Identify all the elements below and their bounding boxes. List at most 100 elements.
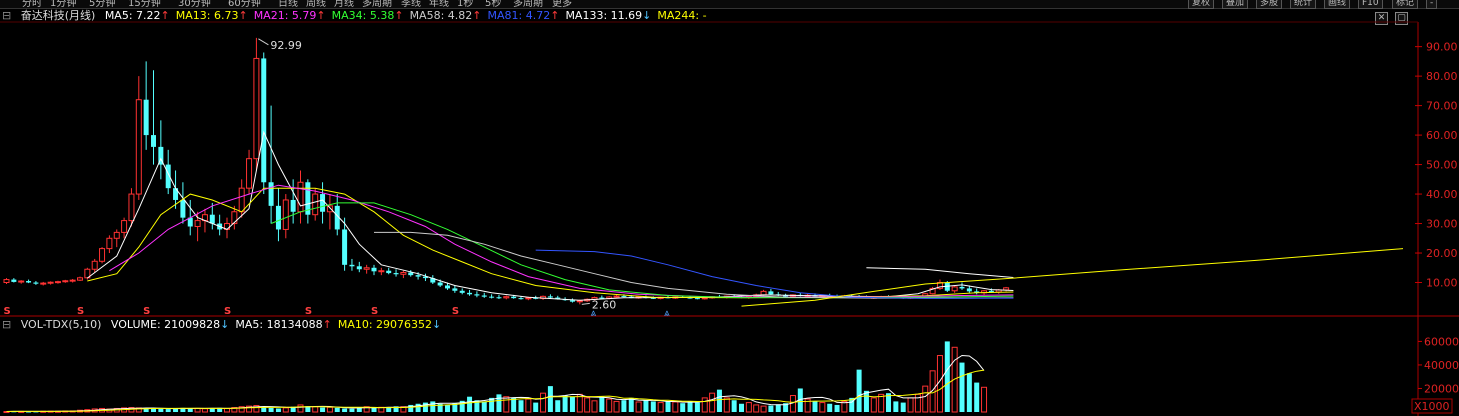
- candle-body-up: [400, 271, 407, 275]
- volume-bar-down: [628, 397, 634, 412]
- volume-bar-down: [687, 401, 693, 412]
- volume-bar-up: [201, 408, 208, 413]
- event-marker-icon: ⩓: [591, 308, 597, 319]
- candle-body-down: [180, 199, 186, 218]
- chart-canvas[interactable]: 90.00 80.00 70.00 60.00 50.00 40.00 30.00 20.00…: [0, 0, 1459, 416]
- split-marker-icon: S: [4, 306, 11, 317]
- candle-body-up: [282, 199, 289, 230]
- candle-body-down: [349, 264, 355, 267]
- price-tick-label: 80.00: [1426, 70, 1458, 83]
- candle-body-up: [253, 57, 260, 160]
- candle-body-down: [151, 135, 156, 147]
- candle-body-down: [445, 285, 450, 289]
- candle-body-up: [951, 286, 958, 292]
- volume-bar-down: [430, 401, 436, 412]
- candle-body-down: [26, 281, 32, 283]
- candle-body-up: [62, 280, 69, 283]
- candle-body-up: [128, 193, 135, 222]
- volume-bar-down: [739, 403, 744, 412]
- candle-body-down: [694, 298, 700, 300]
- volume-bar-up: [981, 386, 988, 413]
- volume-bar-down: [966, 373, 972, 412]
- volume-bar-up: [194, 407, 201, 413]
- candle-body-down: [452, 288, 458, 291]
- max-pointer: [258, 38, 269, 46]
- candle-body-down: [268, 182, 274, 206]
- volume-tick-label: 20000: [1424, 382, 1459, 395]
- volume-bar-up: [635, 401, 642, 413]
- volume-bar-down: [415, 403, 421, 412]
- volume-bar-down: [599, 396, 605, 412]
- candle-body-up: [312, 193, 319, 216]
- candle-body-up: [326, 205, 333, 213]
- candle-body-down: [768, 291, 774, 295]
- candle-body-down: [511, 296, 517, 299]
- candle-body-up: [113, 231, 120, 239]
- price-tick-label: 20.00: [1426, 247, 1458, 260]
- volume-bar-up: [701, 397, 708, 413]
- volume-bar-down: [496, 394, 502, 412]
- volume-bar-down: [547, 386, 553, 412]
- volume-bar-up: [760, 405, 767, 413]
- max-price-label: 92.99: [270, 39, 302, 52]
- volume-bar-down: [731, 400, 737, 412]
- candle-body-down: [342, 229, 348, 265]
- volume-bar-down: [386, 407, 392, 412]
- candle-body-down: [393, 273, 399, 275]
- split-marker-icon: S: [452, 306, 459, 317]
- volume-bar-down: [812, 401, 818, 412]
- candle-body-up: [69, 279, 76, 282]
- volume-bar-down: [562, 395, 568, 412]
- ma-line-ma34: [270, 202, 1014, 299]
- volume-bar-up: [723, 397, 730, 413]
- volume-bar-up: [745, 402, 752, 413]
- candle-body-up: [77, 277, 83, 281]
- volume-bar-up: [297, 404, 304, 413]
- volume-bar-down: [621, 400, 627, 412]
- volume-bar-down: [643, 400, 649, 412]
- volume-bar-down: [165, 409, 171, 412]
- volume-bar-down: [518, 400, 524, 412]
- candle-body-down: [569, 300, 575, 302]
- volume-bar-down: [650, 401, 656, 412]
- volume-bar-up: [282, 407, 289, 413]
- volume-bar-up: [312, 406, 319, 413]
- volume-bar-up: [657, 402, 664, 413]
- candle-body-down: [481, 295, 487, 297]
- candle-body-down: [386, 270, 392, 274]
- price-tick-label: 90.00: [1426, 41, 1458, 54]
- candle-body-down: [371, 267, 377, 272]
- candle-body-up: [54, 281, 61, 284]
- volume-bar-down: [533, 402, 539, 412]
- candle-body-down: [621, 296, 627, 298]
- volume-unit-label: X1000: [1414, 400, 1450, 413]
- volume-bar-up: [591, 400, 598, 413]
- volume-bar-down: [827, 403, 833, 412]
- volume-bar-down: [775, 404, 781, 412]
- volume-bar-up: [540, 392, 547, 413]
- volume-bar-down: [974, 382, 980, 412]
- split-marker-icon: S: [371, 306, 378, 317]
- volume-bar-up: [613, 400, 620, 413]
- volume-bar-down: [268, 407, 274, 412]
- candle-body-up: [297, 181, 304, 213]
- candle-body-down: [489, 296, 495, 298]
- candle-body-down: [959, 286, 965, 289]
- volume-bar-down: [944, 341, 950, 412]
- candle-body-down: [547, 296, 553, 298]
- volume-bar-up: [606, 398, 613, 413]
- volume-bar-down: [680, 403, 686, 412]
- candle-body-up: [576, 300, 583, 303]
- event-marker-icon: ⩓: [664, 308, 670, 319]
- candle-body-up: [1003, 287, 1010, 291]
- volume-bar-up: [753, 404, 760, 413]
- volume-bar-up: [922, 385, 929, 413]
- candle-body-down: [988, 290, 994, 292]
- candle-body-up: [121, 220, 128, 233]
- split-marker-icon: S: [305, 306, 312, 317]
- candle-body-down: [275, 205, 281, 230]
- volume-bar-up: [709, 392, 716, 413]
- candle-body-up: [613, 295, 620, 298]
- candle-body-down: [467, 292, 473, 295]
- candle-body-down: [408, 272, 414, 276]
